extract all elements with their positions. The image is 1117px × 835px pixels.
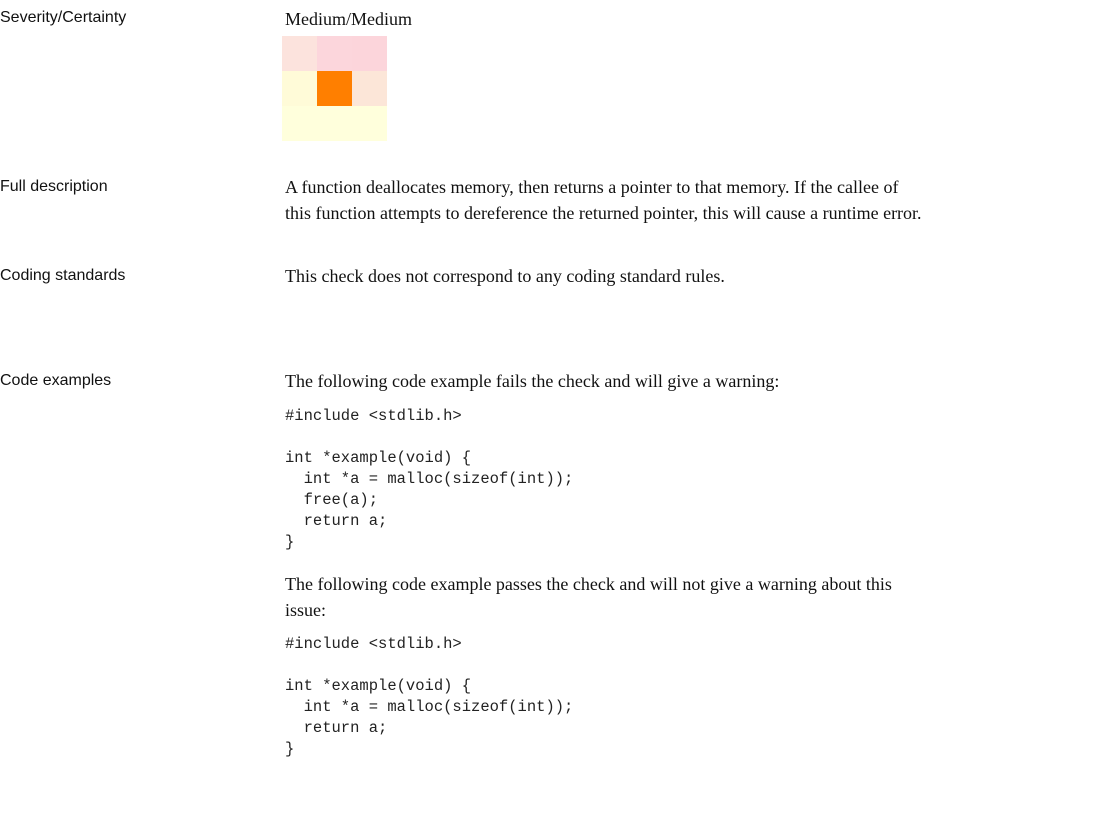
- code-line: #include <stdlib.h>: [285, 635, 462, 653]
- fail-code-block: #include <stdlib.h> int *example(void) { …: [285, 406, 573, 553]
- full-description-label: Full description: [0, 178, 108, 195]
- code-line: free(a);: [285, 491, 379, 509]
- pass-intro-line: The following code example passes the ch…: [285, 574, 892, 594]
- code-line: }: [285, 533, 295, 551]
- matrix-cell-r1-c0: [282, 71, 317, 106]
- full-description-line: A function deallocates memory, then retu…: [285, 177, 899, 197]
- code-line: return a;: [285, 512, 388, 530]
- severity-certainty-value: Medium/Medium: [285, 9, 412, 29]
- full-description-line: this function attempts to dereference th…: [285, 203, 922, 223]
- coding-standards-text: This check does not correspond to any co…: [285, 266, 725, 286]
- pass-example-intro: The following code example passes the ch…: [285, 571, 892, 623]
- severity-certainty-label: Severity/Certainty: [0, 9, 127, 26]
- matrix-cell-r1-c1-highlight: [317, 71, 352, 106]
- fail-example-intro: The following code example fails the che…: [285, 371, 780, 391]
- code-line: return a;: [285, 719, 388, 737]
- matrix-cell-r2-c1: [317, 106, 352, 141]
- full-description-text: A function deallocates memory, then retu…: [285, 174, 922, 226]
- matrix-cell-r0-c1: [317, 36, 352, 71]
- code-line: }: [285, 740, 295, 758]
- code-examples-label: Code examples: [0, 372, 112, 389]
- matrix-cell-r1-c2: [352, 71, 387, 106]
- code-line: int *example(void) {: [285, 449, 472, 467]
- severity-certainty-matrix: [282, 36, 387, 141]
- coding-standards-label: Coding standards: [0, 267, 126, 284]
- code-line: int *a = malloc(sizeof(int));: [285, 470, 574, 488]
- pass-intro-line: issue:: [285, 600, 327, 620]
- matrix-cell-r2-c2: [352, 106, 387, 141]
- matrix-cell-r0-c0: [282, 36, 317, 71]
- matrix-cell-r2-c0: [282, 106, 317, 141]
- code-line: int *example(void) {: [285, 677, 472, 695]
- matrix-cell-r0-c2: [352, 36, 387, 71]
- code-line: int *a = malloc(sizeof(int));: [285, 698, 574, 716]
- pass-code-block: #include <stdlib.h> int *example(void) { …: [285, 634, 573, 760]
- code-line: #include <stdlib.h>: [285, 407, 462, 425]
